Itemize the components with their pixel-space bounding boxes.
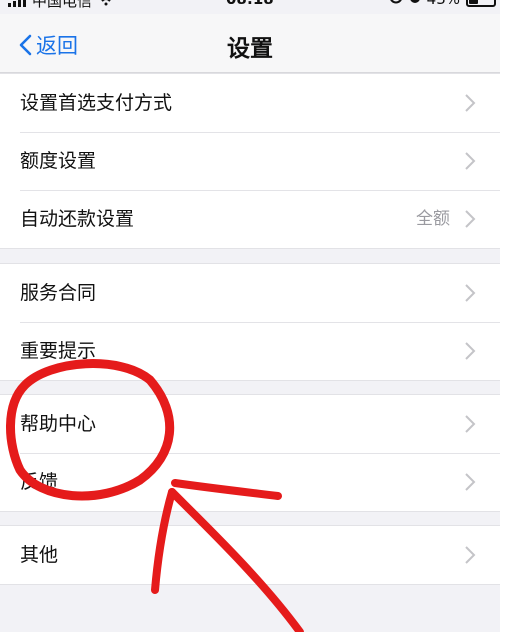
row-label: 自动还款设置 bbox=[20, 208, 135, 230]
chevron-right-icon bbox=[465, 94, 476, 112]
row-preferred-payment[interactable]: 设置首选支付方式 bbox=[0, 74, 500, 132]
row-service-contract[interactable]: 服务合同 bbox=[0, 264, 500, 322]
chevron-right-icon bbox=[465, 473, 476, 491]
alarm-icon bbox=[409, 0, 421, 8]
settings-group-terms: 服务合同 重要提示 bbox=[0, 263, 500, 381]
row-help-center[interactable]: 帮助中心 bbox=[0, 395, 500, 453]
chevron-right-icon bbox=[465, 284, 476, 302]
row-label: 设置首选支付方式 bbox=[20, 92, 173, 114]
row-label: 帮助中心 bbox=[20, 413, 97, 435]
battery-icon bbox=[466, 0, 496, 7]
row-label: 反馈 bbox=[20, 471, 59, 493]
wifi-icon bbox=[98, 0, 114, 10]
settings-group-support: 帮助中心 反馈 bbox=[0, 394, 500, 512]
navigation-bar: 返回 设置 bbox=[0, 14, 500, 73]
row-feedback[interactable]: 反馈 bbox=[0, 453, 500, 511]
chevron-right-icon bbox=[465, 210, 476, 228]
page-title: 设置 bbox=[227, 36, 273, 62]
settings-group-other: 其他 bbox=[0, 525, 500, 585]
row-credit-limit[interactable]: 额度设置 bbox=[0, 132, 500, 190]
row-label: 重要提示 bbox=[20, 340, 97, 362]
row-value: 全额 bbox=[416, 209, 450, 229]
row-label: 其他 bbox=[20, 544, 59, 566]
battery-percent: 43% bbox=[427, 0, 460, 8]
chevron-right-icon bbox=[465, 342, 476, 360]
chevron-right-icon bbox=[465, 152, 476, 170]
screenshot-edge bbox=[500, 0, 509, 632]
row-important-notice[interactable]: 重要提示 bbox=[0, 322, 500, 380]
row-label: 服务合同 bbox=[20, 282, 97, 304]
row-label: 额度设置 bbox=[20, 150, 97, 172]
row-other[interactable]: 其他 bbox=[0, 526, 500, 584]
status-bar: 中国电信 08:18 43% bbox=[0, 0, 500, 14]
settings-group-payment: 设置首选支付方式 额度设置 自动还款设置 全额 bbox=[0, 73, 500, 249]
clock: 08:18 bbox=[226, 0, 274, 8]
chevron-right-icon bbox=[465, 546, 476, 564]
signal-icon bbox=[8, 0, 26, 7]
orientation-lock-icon bbox=[389, 0, 403, 8]
carrier-label: 中国电信 bbox=[32, 0, 93, 10]
settings-screen: 中国电信 08:18 43% 返回 设置 设置首选支付方式 bbox=[0, 0, 500, 632]
chevron-right-icon bbox=[465, 415, 476, 433]
row-auto-repay[interactable]: 自动还款设置 全额 bbox=[0, 190, 500, 248]
